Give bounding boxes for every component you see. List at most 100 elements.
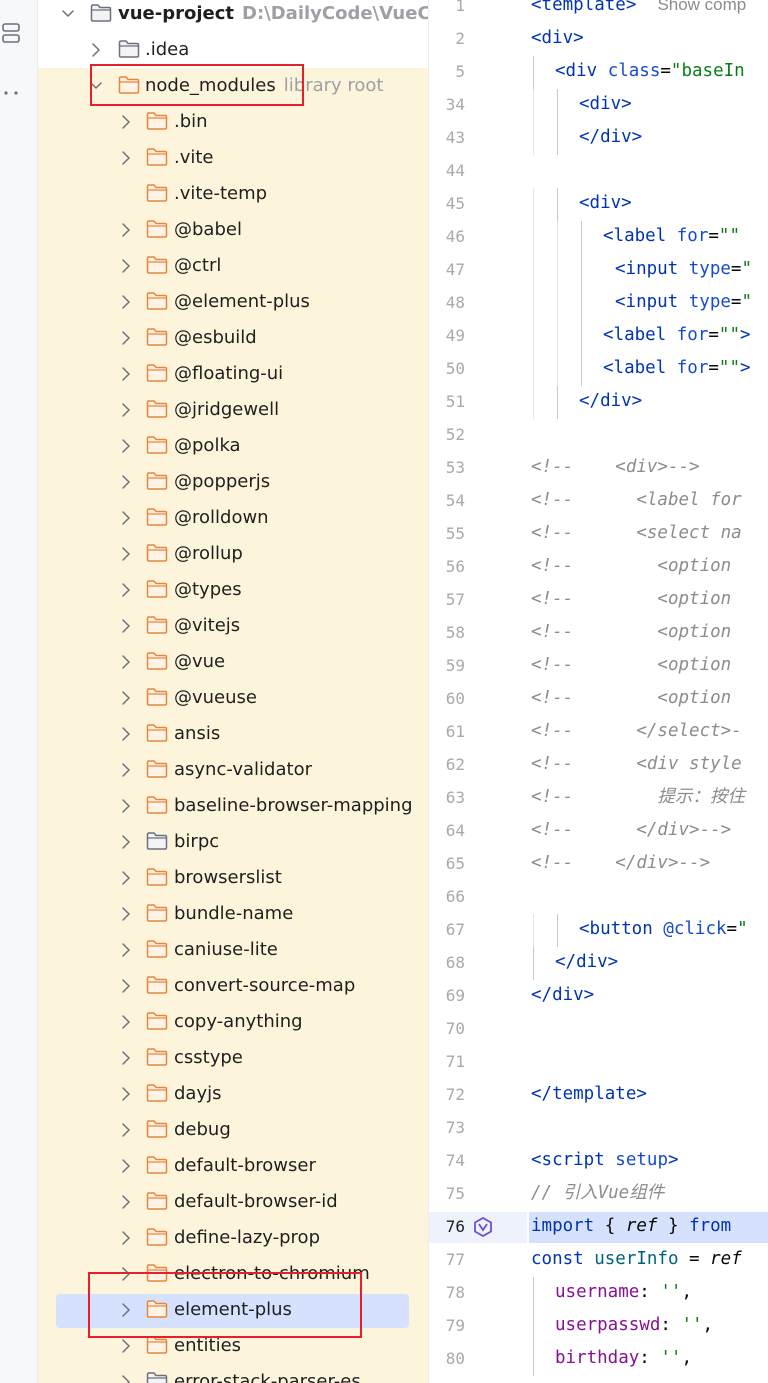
chevron-right-icon[interactable] (120, 869, 132, 887)
chevron-right-icon[interactable] (120, 1337, 132, 1355)
code-line[interactable]: 57 <!-- <option (429, 584, 768, 617)
tree-row[interactable]: browserslist (38, 860, 428, 896)
code-line[interactable]: 77 const userInfo = ref (429, 1244, 768, 1277)
tree-row[interactable]: @vue (38, 644, 428, 680)
tree-row[interactable]: birpc (38, 824, 428, 860)
code-line[interactable]: 45 <div> (429, 188, 768, 221)
code-line[interactable]: 62 <!-- <div style (429, 749, 768, 782)
tree-row[interactable]: csstype (38, 1040, 428, 1076)
chevron-right-icon[interactable] (120, 221, 132, 239)
tree-row[interactable]: bundle-name (38, 896, 428, 932)
chevron-right-icon[interactable] (90, 41, 102, 59)
code-line[interactable]: 52 (429, 419, 768, 452)
tree-row[interactable]: @rollup (38, 536, 428, 572)
chevron-right-icon[interactable] (120, 1229, 132, 1247)
chevron-right-icon[interactable] (120, 977, 132, 995)
tree-row[interactable]: @floating-ui (38, 356, 428, 392)
chevron-right-icon[interactable] (120, 401, 132, 419)
code-line[interactable]: 50 <label for=""> (429, 353, 768, 386)
tree-row[interactable]: @rolldown (38, 500, 428, 536)
code-line[interactable]: 51 </div> (429, 386, 768, 419)
tree-row[interactable]: @polka (38, 428, 428, 464)
tree-row[interactable]: error-stack-parser-es (38, 1364, 428, 1383)
tree-row[interactable]: @esbuild (38, 320, 428, 356)
chevron-right-icon[interactable] (120, 473, 132, 491)
code-line[interactable]: 44 (429, 155, 768, 188)
tree-row[interactable]: debug (38, 1112, 428, 1148)
tree-row[interactable]: baseline-browser-mapping (38, 788, 428, 824)
code-line[interactable]: 64 <!-- </div>--> (429, 815, 768, 848)
code-line[interactable]: 71 (429, 1046, 768, 1079)
code-line[interactable]: 46 <label for="" (429, 221, 768, 254)
code-line[interactable]: 5 <div class="baseIn (429, 56, 768, 89)
tree-row[interactable]: @element-plus (38, 284, 428, 320)
code-line[interactable]: 66 (429, 881, 768, 914)
code-line[interactable]: 59 <!-- <option (429, 650, 768, 683)
chevron-right-icon[interactable] (120, 437, 132, 455)
tree-row[interactable]: caniuse-lite (38, 932, 428, 968)
chevron-right-icon[interactable] (120, 797, 132, 815)
code-line[interactable]: 1 <template> Show comp (429, 0, 768, 23)
chevron-right-icon[interactable] (120, 329, 132, 347)
code-line[interactable]: 47 <input type=" (429, 254, 768, 287)
chevron-right-icon[interactable] (120, 833, 132, 851)
chevron-right-icon[interactable] (120, 1193, 132, 1211)
code-line[interactable]: 67 <button @click=" (429, 914, 768, 947)
chevron-right-icon[interactable] (120, 653, 132, 671)
tree-row[interactable]: .idea (38, 32, 428, 68)
code-line[interactable]: 54 <!-- <label for (429, 485, 768, 518)
tree-row[interactable]: async-validator (38, 752, 428, 788)
tree-row[interactable]: @popperjs (38, 464, 428, 500)
code-line[interactable]: 79 userpasswd: '', (429, 1310, 768, 1343)
more-icon[interactable] (2, 82, 20, 104)
chevron-down-icon[interactable] (62, 5, 74, 23)
implemented-marker-icon[interactable] (473, 1217, 493, 1237)
chevron-right-icon[interactable] (120, 149, 132, 167)
chevron-right-icon[interactable] (120, 905, 132, 923)
code-line[interactable]: 65 <!-- </div>--> (429, 848, 768, 881)
chevron-right-icon[interactable] (120, 365, 132, 383)
chevron-right-icon[interactable] (120, 725, 132, 743)
tree-row[interactable]: dayjs (38, 1076, 428, 1112)
code-line[interactable]: 34 <div> (429, 89, 768, 122)
tree-row[interactable]: default-browser (38, 1148, 428, 1184)
tree-row[interactable]: convert-source-map (38, 968, 428, 1004)
code-line[interactable]: 60 <!-- <option (429, 683, 768, 716)
code-line[interactable]: 43 </div> (429, 122, 768, 155)
chevron-right-icon[interactable] (120, 1013, 132, 1031)
chevron-right-icon[interactable] (120, 1157, 132, 1175)
chevron-right-icon[interactable] (120, 509, 132, 527)
structure-icon[interactable] (2, 22, 20, 44)
chevron-right-icon[interactable] (120, 545, 132, 563)
tree-row[interactable]: default-browser-id (38, 1184, 428, 1220)
code-line[interactable]: 2 <div> (429, 23, 768, 56)
chevron-right-icon[interactable] (120, 257, 132, 275)
chevron-right-icon[interactable] (120, 1049, 132, 1067)
code-line[interactable]: 63 <!-- 提示：按住 (429, 782, 768, 815)
code-line[interactable]: 58 <!-- <option (429, 617, 768, 650)
code-line[interactable]: 76 import { ref } from (429, 1211, 768, 1244)
code-line[interactable]: 74 <script setup> (429, 1145, 768, 1178)
tree-row[interactable]: @types (38, 572, 428, 608)
tree-row[interactable]: @babel (38, 212, 428, 248)
code-line[interactable]: 80 birthday: '', (429, 1343, 768, 1376)
tree-row[interactable]: .bin (38, 104, 428, 140)
code-line[interactable]: 70 (429, 1013, 768, 1046)
code-line[interactable]: 53 <!-- <div>--> (429, 452, 768, 485)
tree-row[interactable]: copy-anything (38, 1004, 428, 1040)
code-line[interactable]: 61 <!-- </select>- (429, 716, 768, 749)
chevron-right-icon[interactable] (120, 1121, 132, 1139)
tree-row[interactable]: define-lazy-prop (38, 1220, 428, 1256)
chevron-right-icon[interactable] (120, 941, 132, 959)
code-line[interactable]: 72 </template> (429, 1079, 768, 1112)
code-line[interactable]: 69 </div> (429, 980, 768, 1013)
chevron-right-icon[interactable] (120, 689, 132, 707)
code-editor[interactable]: 1 <template> Show comp 2 <div> 5 <div class="… (428, 0, 768, 1383)
chevron-right-icon[interactable] (120, 761, 132, 779)
tree-row[interactable]: ansis (38, 716, 428, 752)
code-line[interactable]: 73 (429, 1112, 768, 1145)
code-line[interactable]: 56 <!-- <option (429, 551, 768, 584)
tree-row[interactable]: @ctrl (38, 248, 428, 284)
tree-row[interactable]: @vueuse (38, 680, 428, 716)
chevron-right-icon[interactable] (120, 293, 132, 311)
